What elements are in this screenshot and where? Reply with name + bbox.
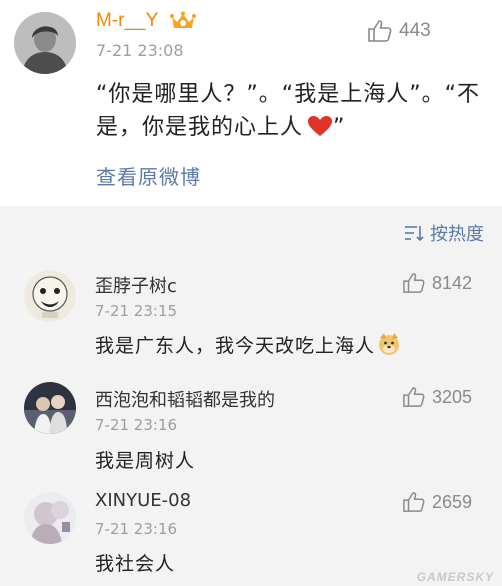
sort-label: 按热度	[430, 224, 484, 245]
avatar[interactable]	[14, 12, 76, 74]
post-content: “你是哪里人？”。“我是上海人”。“不是，你是我的心上人 ”	[96, 78, 486, 144]
sort-by-hot-button[interactable]: 按热度	[404, 220, 484, 246]
comment-username[interactable]: 西泡泡和韬韬都是我的	[95, 386, 275, 412]
comment-text: 我社会人	[95, 553, 176, 575]
comment-username[interactable]: 歪脖子树c	[95, 272, 177, 298]
avatar[interactable]	[24, 382, 76, 434]
comment-username[interactable]: XINYUE-08	[95, 490, 191, 511]
doge-emoji-icon	[379, 333, 400, 355]
comment-text: 我是广东人，我今天改吃上海人	[95, 335, 376, 357]
comment-item: 歪脖子树c 7-21 23:15 我是广东人，我今天改吃上海人 8142	[0, 260, 502, 360]
comment-text: 我是周树人	[95, 450, 196, 472]
thumbs-up-icon	[403, 273, 425, 293]
comment-timestamp: 7-21 23:16	[95, 520, 178, 538]
thumbs-up-icon	[368, 20, 392, 42]
like-count: 3205	[432, 386, 473, 407]
crown-badge-icon	[170, 11, 196, 28]
post-username[interactable]: M-r__Y	[96, 10, 158, 32]
comment-item: 西泡泡和韬韬都是我的 7-21 23:16 我是周树人 3205	[0, 372, 502, 472]
thumbs-up-icon	[403, 492, 425, 512]
avatar[interactable]	[24, 270, 76, 322]
comments-section: 按热度 歪脖子树c 7-21 23:15 我是广东人，我今天改吃上海人 8142…	[0, 206, 502, 586]
like-count: 443	[399, 20, 431, 41]
avatar[interactable]	[24, 492, 76, 544]
comment-like-button[interactable]: 8142	[402, 272, 472, 294]
sort-icon	[405, 226, 424, 242]
comment-timestamp: 7-21 23:15	[95, 302, 178, 320]
like-count: 8142	[432, 272, 473, 293]
comment-timestamp: 7-21 23:16	[95, 416, 178, 434]
post-text: “你是哪里人？”。“我是上海人”。“不是，你是我的心上人	[96, 82, 480, 140]
post-timestamp: 7-21 23:08	[96, 41, 184, 60]
comment-content: 我是广东人，我今天改吃上海人	[95, 331, 401, 358]
comment-like-button[interactable]: 3205	[402, 386, 472, 408]
red-heart-icon	[308, 116, 333, 136]
view-original-link[interactable]: 查看原微博	[96, 161, 201, 190]
watermark: GAMERSKY	[416, 570, 494, 584]
post-like-button[interactable]: 443	[367, 18, 431, 44]
thumbs-up-icon	[403, 387, 425, 407]
weibo-post: M-r__Y 7-21 23:08 443 “你是哪里人？”。“我是上海人”。“…	[0, 0, 502, 206]
comment-like-button[interactable]: 2659	[402, 491, 472, 513]
like-count: 2659	[432, 491, 473, 512]
post-text-end: ”	[333, 115, 346, 140]
